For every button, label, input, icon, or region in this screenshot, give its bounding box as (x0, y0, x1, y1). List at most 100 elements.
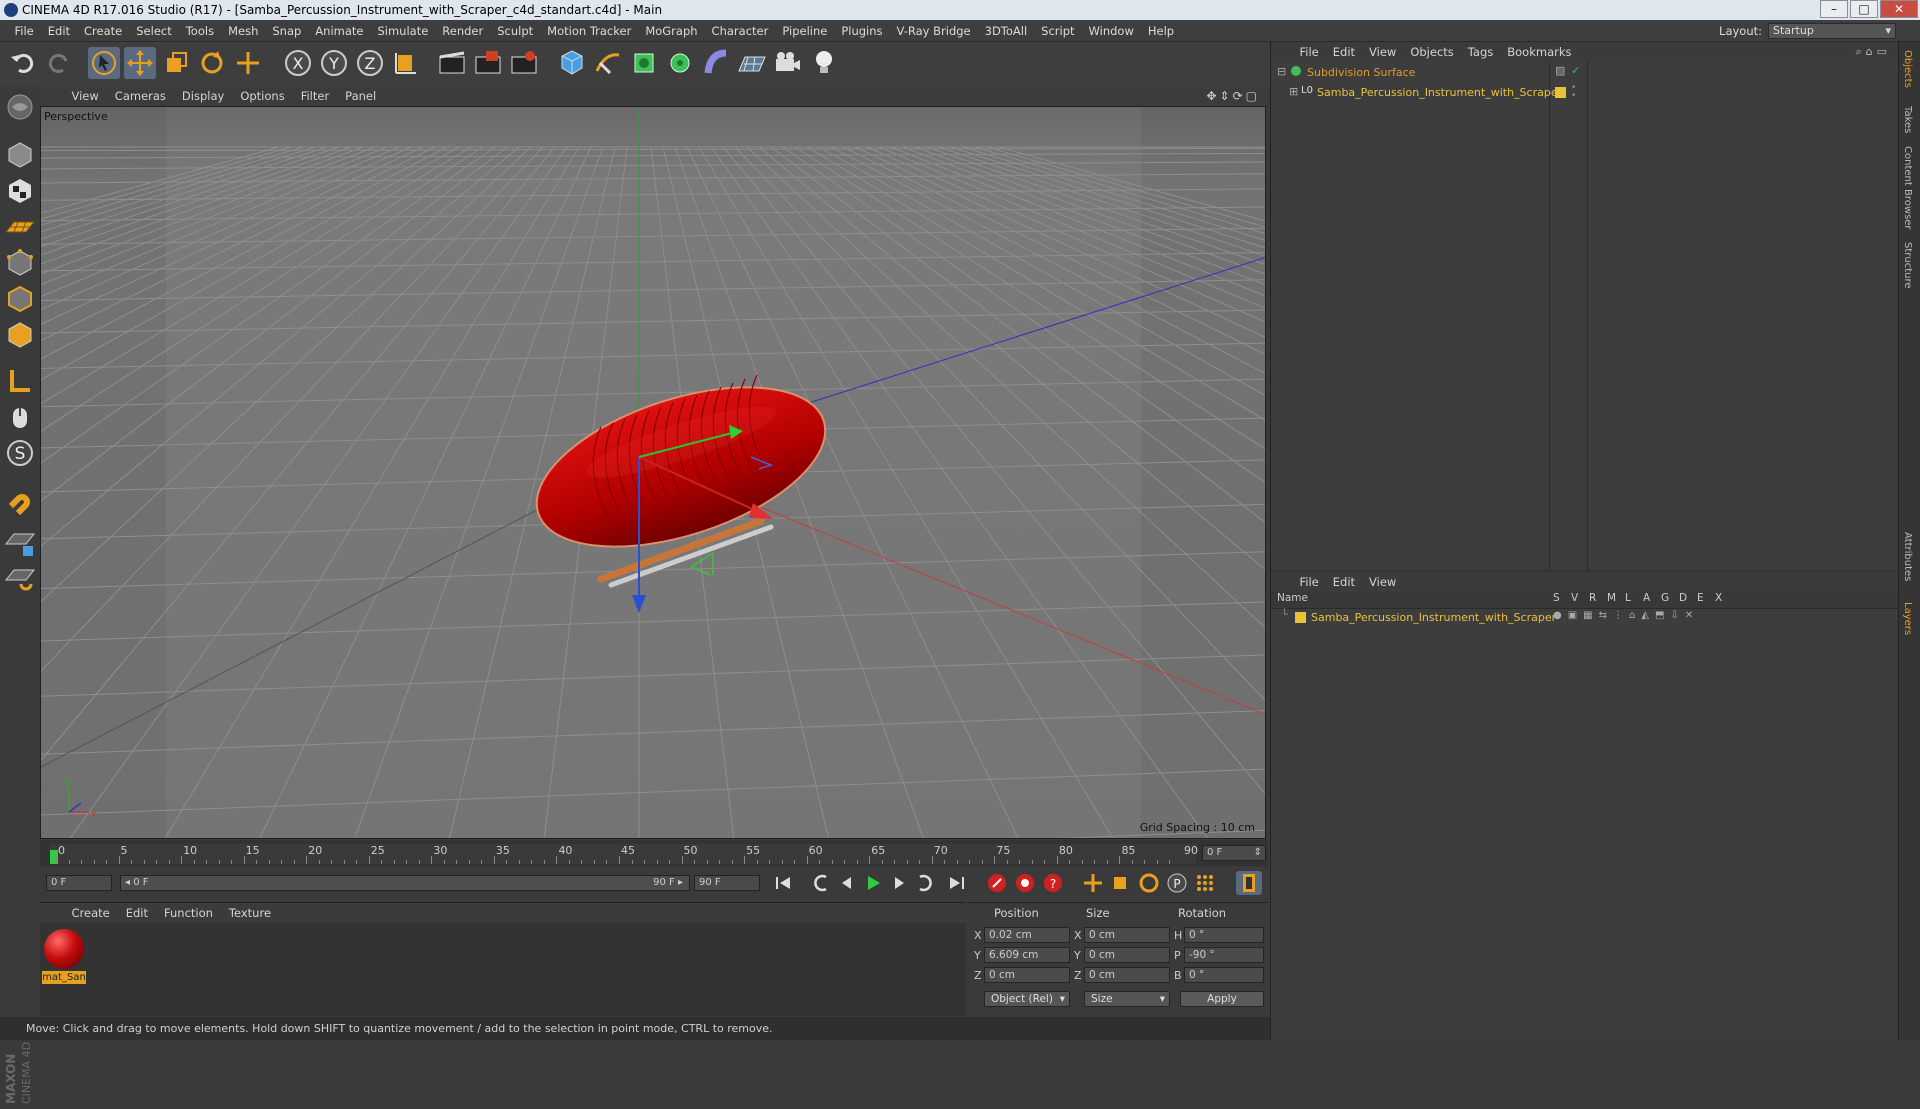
axis-mode-button[interactable] (3, 364, 37, 398)
menu-animate[interactable]: Animate (308, 20, 370, 42)
object-row-subdivision-surface[interactable]: ⊟ Subdivision Surface ▨ ✓ (1275, 64, 1895, 82)
menu-plugins[interactable]: Plugins (834, 20, 889, 42)
tab-structure[interactable]: Structure (1902, 242, 1913, 289)
timeline[interactable]: 0 5 10 15 20 25 30 35 40 45 50 55 60 65 70 75 80 85 90 0 F… (40, 840, 1268, 866)
undo-button[interactable] (8, 47, 40, 79)
search-home-icons[interactable]: ⌕⌂▭ (1855, 42, 1891, 62)
tab-attributes[interactable]: Attributes (1902, 532, 1913, 581)
layers-menu-view[interactable]: View (1362, 572, 1403, 592)
menu-character[interactable]: Character (705, 20, 776, 42)
snap-settings-button[interactable] (3, 562, 37, 596)
enabled-check-icon[interactable]: ✓ (1571, 64, 1580, 77)
render-picture-viewer-button[interactable] (472, 47, 504, 79)
menu-edit[interactable]: Edit (41, 20, 77, 42)
layer-row[interactable]: └ Samba_Percussion_Instrument_with_Scrap… (1271, 608, 1899, 626)
texture-mode-button[interactable] (3, 174, 37, 208)
menu-create[interactable]: Create (77, 20, 129, 42)
model-mode-button[interactable] (3, 138, 37, 172)
redo-button[interactable] (42, 47, 74, 79)
layout-dropdown[interactable]: Startup ▾ (1768, 23, 1896, 39)
autokeying-button[interactable] (1012, 871, 1038, 895)
floor-button[interactable] (736, 47, 768, 79)
start-frame-field[interactable]: 0 F (46, 875, 112, 891)
material-menu-function[interactable]: Function (156, 903, 221, 923)
y-axis-lock-button[interactable]: Y (318, 47, 350, 79)
menu-mesh[interactable]: Mesh (221, 20, 265, 42)
position-x-field[interactable]: 0.02 cm (984, 927, 1070, 943)
objects-menu-objects[interactable]: Objects (1403, 42, 1460, 62)
coordinate-mode-dropdown[interactable]: Object (Rel) ▾ (984, 991, 1070, 1007)
key-scale-button[interactable] (1108, 871, 1134, 895)
tab-content-browser[interactable]: Content Browser (1902, 146, 1913, 229)
layers-menu-file[interactable]: File (1293, 572, 1326, 592)
render-settings-button[interactable] (508, 47, 540, 79)
size-x-field[interactable]: 0 cm (1084, 927, 1170, 943)
viewport-camera-label[interactable]: Perspective (44, 110, 108, 123)
rotate-tool-button[interactable] (196, 47, 228, 79)
layer-name[interactable]: Samba_Percussion_Instrument_with_Scraper (1311, 611, 1556, 624)
size-mode-dropdown[interactable]: Size ▾ (1084, 991, 1170, 1007)
menu-snap[interactable]: Snap (265, 20, 308, 42)
keyframe-selection-button[interactable]: ? (1040, 871, 1066, 895)
objects-menu-bookmarks[interactable]: Bookmarks (1500, 42, 1578, 62)
menu-file[interactable]: File (8, 20, 41, 42)
tab-takes[interactable]: Takes (1902, 106, 1913, 133)
objects-menu-file[interactable]: File (1293, 42, 1326, 62)
enable-snap-button[interactable] (3, 482, 37, 516)
close-button[interactable]: ✕ (1880, 0, 1918, 18)
objects-menu-edit[interactable]: Edit (1326, 42, 1362, 62)
menu-vray-bridge[interactable]: V-Ray Bridge (890, 20, 978, 42)
menu-simulate[interactable]: Simulate (370, 20, 435, 42)
material-menu-texture[interactable]: Texture (221, 903, 279, 923)
workplane-mode-button[interactable] (3, 210, 37, 244)
viewport-menu-cameras[interactable]: Cameras (107, 86, 174, 106)
recent-tool-button[interactable] (232, 47, 264, 79)
menu-render[interactable]: Render (435, 20, 490, 42)
make-editable-button[interactable] (3, 90, 37, 124)
key-pla-button[interactable] (1192, 871, 1218, 895)
viewport-menu-panel[interactable]: Panel (337, 86, 384, 106)
menu-3dtoall[interactable]: 3DToAll (978, 20, 1035, 42)
light-button[interactable] (808, 47, 840, 79)
play-button[interactable] (860, 871, 886, 895)
menu-mograph[interactable]: MoGraph (638, 20, 704, 42)
object-name[interactable]: Samba_Percussion_Instrument_with_Scraper (1317, 86, 1562, 99)
tab-layers[interactable]: Layers (1902, 602, 1913, 635)
edges-mode-button[interactable] (3, 282, 37, 316)
scale-tool-button[interactable] (160, 47, 192, 79)
layer-toggle-icons[interactable]: ●▣▦⇆⋮⌂◭⬒⇩✕ (1553, 610, 1699, 621)
menu-motion-tracker[interactable]: Motion Tracker (540, 20, 638, 42)
menu-tools[interactable]: Tools (179, 20, 221, 42)
cube-object-button[interactable] (556, 47, 588, 79)
key-parameter-button[interactable]: P (1164, 871, 1190, 895)
menu-sculpt[interactable]: Sculpt (490, 20, 540, 42)
timeline-ruler[interactable]: 0 5 10 15 20 25 30 35 40 45 50 55 60 65 70 75 80 85 90 (50, 844, 1198, 864)
tweak-mode-button[interactable] (3, 400, 37, 434)
next-frame-button[interactable] (886, 871, 912, 895)
spline-pen-button[interactable] (592, 47, 624, 79)
apply-button[interactable]: Apply (1180, 991, 1264, 1007)
material-menu-create[interactable]: Create (64, 903, 118, 923)
points-mode-button[interactable] (3, 246, 37, 280)
object-name[interactable]: Subdivision Surface (1307, 66, 1415, 79)
3d-viewport[interactable]: y x Perspective Grid Spacing : 10 cm (40, 106, 1266, 839)
rotation-b-field[interactable]: 0 ° (1184, 967, 1264, 983)
expand-icon[interactable]: ⊞ (1289, 85, 1298, 98)
maximize-button[interactable]: □ (1850, 0, 1878, 18)
cloner-button[interactable] (664, 47, 696, 79)
current-frame-field[interactable]: 0 F ⇕ (1202, 845, 1266, 861)
size-z-field[interactable]: 0 cm (1084, 967, 1170, 983)
menu-pipeline[interactable]: Pipeline (775, 20, 834, 42)
layers-menu-edit[interactable]: Edit (1326, 572, 1362, 592)
go-to-start-button[interactable] (770, 871, 796, 895)
go-to-end-button[interactable] (944, 871, 970, 895)
position-y-field[interactable]: 6.609 cm (984, 947, 1070, 963)
rotation-p-field[interactable]: -90 ° (1184, 947, 1264, 963)
tab-objects[interactable]: Objects (1902, 50, 1913, 88)
end-frame-field[interactable]: 90 F (694, 875, 760, 891)
record-active-objects-button[interactable] (984, 871, 1010, 895)
key-position-button[interactable] (1080, 871, 1106, 895)
viewport-menu-view[interactable]: View (64, 86, 107, 106)
menu-help[interactable]: Help (1141, 20, 1181, 42)
polygons-mode-button[interactable] (3, 318, 37, 352)
